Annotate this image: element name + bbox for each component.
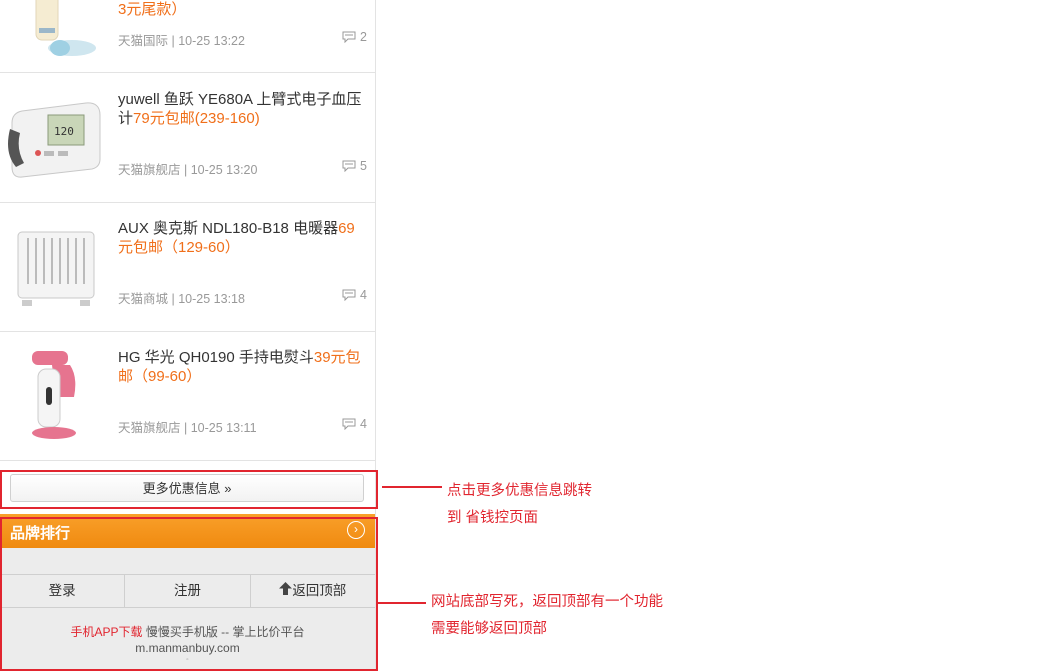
post-time: 10-25 13:11 <box>190 421 257 435</box>
comment-count[interactable]: 4 <box>342 288 367 302</box>
post-time: 10-25 13:18 <box>178 292 245 306</box>
comment-icon <box>342 289 356 301</box>
product-title: AUX 奥克斯 NDL180-B18 电暖器69元包邮（129-60） <box>118 220 355 256</box>
product-title: 3元尾款） <box>118 0 367 19</box>
meta-separator: | <box>171 292 175 306</box>
meta-separator: | <box>184 163 188 177</box>
comment-count[interactable]: 4 <box>342 417 367 431</box>
comment-count[interactable]: 2 <box>342 30 367 44</box>
annotation-connector-line <box>382 486 442 488</box>
product-title: HG 华光 QH0190 手持电熨斗39元包邮（99-60） <box>118 349 361 385</box>
product-image-heater <box>17 231 95 306</box>
comment-count[interactable]: 5 <box>342 159 367 173</box>
annotation-more-deals: 点击更多优惠信息跳转 到 省钱控页面 <box>447 483 592 526</box>
list-item[interactable]: 120 yuwell 鱼跃 YE680A 上臂式电子血压计79元包邮(239-1… <box>0 75 375 203</box>
list-item[interactable]: 3元尾款） 天猫国际 | 10-25 13:22 2 <box>0 0 375 73</box>
shop-name: 天猫旗舰店 <box>118 163 181 177</box>
product-meta: 天猫旗舰店 | 10-25 13:20 <box>118 159 257 178</box>
list-item[interactable]: AUX 奥克斯 NDL180-B18 电暖器69元包邮（129-60） 天猫商城… <box>0 204 375 332</box>
post-time: 10-25 13:22 <box>178 34 245 48</box>
shop-name: 天猫旗舰店 <box>118 421 181 435</box>
post-time: 10-25 13:20 <box>190 163 258 177</box>
product-meta: 天猫旗舰店 | 10-25 13:11 <box>118 417 257 436</box>
comment-icon <box>342 31 356 43</box>
list-item[interactable]: HG 华光 QH0190 手持电熨斗39元包邮（99-60） 天猫旗舰店 | 1… <box>0 333 375 461</box>
product-meta: 天猫商城 | 10-25 13:18 <box>118 288 245 307</box>
annotation-box-footer <box>0 517 378 671</box>
comment-icon <box>342 160 356 172</box>
shop-name: 天猫国际 <box>118 34 169 48</box>
product-image-lotion <box>35 0 96 56</box>
meta-separator: | <box>184 421 188 435</box>
product-meta: 天猫国际 | 10-25 13:22 <box>118 30 245 49</box>
product-price: 79元包邮(239-160) <box>133 110 260 127</box>
annotation-connector-line <box>376 602 426 604</box>
shop-name: 天猫商城 <box>118 292 169 306</box>
product-price: 3元尾款） <box>118 1 187 18</box>
meta-separator: | <box>171 34 175 48</box>
product-image-blood-pressure-monitor: 120 <box>8 102 101 178</box>
product-image-steam-iron <box>32 351 76 439</box>
comment-icon <box>342 418 356 430</box>
annotation-footer: 网站底部写死，返回顶部有一个功能 需要能够返回顶部 <box>431 594 663 637</box>
product-title: yuwell 鱼跃 YE680A 上臂式电子血压计79元包邮(239-160) <box>118 91 362 127</box>
svg-text:120: 120 <box>54 125 74 138</box>
annotation-box-more-deals <box>0 470 378 509</box>
